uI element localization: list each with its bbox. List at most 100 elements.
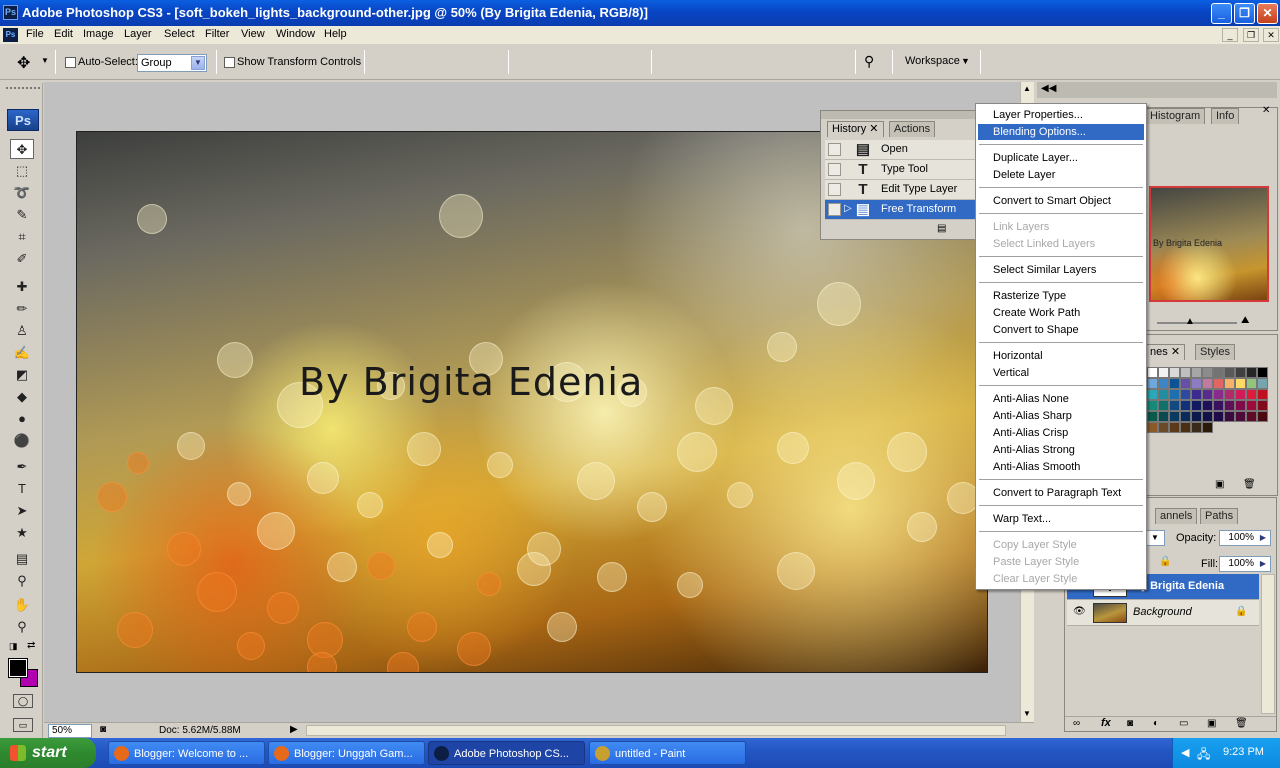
- opacity-field[interactable]: 100% ▶: [1219, 530, 1271, 546]
- collapse-icon[interactable]: ◀◀: [1041, 83, 1056, 94]
- color-swatch[interactable]: [1235, 400, 1246, 411]
- color-swatch[interactable]: [1191, 411, 1202, 422]
- menu-edit[interactable]: Edit: [54, 28, 73, 40]
- color-swatch[interactable]: [1213, 378, 1224, 389]
- menu-item-create-work-path[interactable]: Create Work Path: [978, 305, 1144, 321]
- color-swatch[interactable]: [1213, 411, 1224, 422]
- close-icon[interactable]: ✕: [869, 123, 878, 135]
- menu-item-anti-alias-none[interactable]: Anti-Alias None: [978, 391, 1144, 407]
- doc-restore-button[interactable]: ❐: [1243, 28, 1259, 42]
- menu-item-convert-to-smart-object[interactable]: Convert to Smart Object: [978, 193, 1144, 209]
- menu-item-horizontal[interactable]: Horizontal: [978, 348, 1144, 364]
- menu-filter[interactable]: Filter: [205, 28, 229, 40]
- color-swatch[interactable]: [1246, 400, 1257, 411]
- stamp-tool[interactable]: ♙: [10, 321, 34, 341]
- color-swatch[interactable]: [1224, 378, 1235, 389]
- color-swatch[interactable]: [1158, 422, 1169, 433]
- color-swatch[interactable]: [1169, 367, 1180, 378]
- navigator-thumbnail[interactable]: By Brigita Edenia: [1149, 186, 1269, 302]
- color-swatch[interactable]: [1202, 400, 1213, 411]
- color-swatch[interactable]: [1191, 367, 1202, 378]
- menu-item-anti-alias-crisp[interactable]: Anti-Alias Crisp: [978, 425, 1144, 441]
- menu-layer[interactable]: Layer: [124, 28, 152, 40]
- menu-item-convert-to-shape[interactable]: Convert to Shape: [978, 322, 1144, 338]
- menu-item-anti-alias-strong[interactable]: Anti-Alias Strong: [978, 442, 1144, 458]
- color-swatch[interactable]: [1257, 389, 1268, 400]
- slice-tool[interactable]: ✐: [10, 249, 34, 269]
- color-swatch[interactable]: [1147, 389, 1158, 400]
- healing-tool[interactable]: ✚: [10, 277, 34, 297]
- menu-item-vertical[interactable]: Vertical: [978, 365, 1144, 381]
- quick-select-tool[interactable]: ✎: [10, 205, 34, 225]
- new-swatch-icon[interactable]: ▣: [1215, 479, 1224, 490]
- color-swatch[interactable]: [1213, 367, 1224, 378]
- trash-icon[interactable]: 🗑: [1235, 718, 1248, 729]
- close-icon[interactable]: ✕: [1171, 346, 1180, 358]
- lock-all-icon[interactable]: 🔒: [1159, 556, 1171, 567]
- color-swatch[interactable]: [1180, 400, 1191, 411]
- mask-icon[interactable]: ◙: [1127, 718, 1133, 729]
- zoom-tool[interactable]: ⚲: [10, 617, 34, 637]
- color-swatch[interactable]: [1213, 400, 1224, 411]
- color-swatch[interactable]: [1235, 367, 1246, 378]
- color-swatch[interactable]: [1158, 367, 1169, 378]
- status-info-icon[interactable]: ◙: [100, 724, 106, 735]
- menu-item-convert-to-paragraph-text[interactable]: Convert to Paragraph Text: [978, 485, 1144, 501]
- dodge-tool[interactable]: ⚫: [10, 431, 34, 451]
- menu-image[interactable]: Image: [83, 28, 114, 40]
- fill-field[interactable]: 100% ▶: [1219, 556, 1271, 572]
- history-panel-grip[interactable]: [821, 111, 977, 119]
- color-swatch[interactable]: [1169, 400, 1180, 411]
- color-swatch[interactable]: [1202, 378, 1213, 389]
- auto-select-dropdown[interactable]: Group ▼: [137, 54, 207, 72]
- menu-item-anti-alias-smooth[interactable]: Anti-Alias Smooth: [978, 459, 1144, 475]
- close-panel-icon[interactable]: ✕: [1262, 105, 1270, 116]
- history-state-row[interactable]: ▷ ▤ Free Transform: [825, 200, 977, 220]
- close-button[interactable]: ✕: [1257, 3, 1278, 24]
- move-tool-preset-icon[interactable]: ✥: [17, 53, 30, 73]
- zoom-in-icon[interactable]: ⛰: [1241, 315, 1249, 326]
- zoom-field[interactable]: 50%: [48, 724, 92, 738]
- color-swatch[interactable]: [1158, 378, 1169, 389]
- marquee-tool[interactable]: ⬚: [10, 161, 34, 181]
- menu-view[interactable]: View: [241, 28, 265, 40]
- menu-item-select-similar-layers[interactable]: Select Similar Layers: [978, 262, 1144, 278]
- canvas-text-layer[interactable]: By Brigita Edenia: [299, 360, 643, 404]
- tab-styles[interactable]: Styles: [1195, 344, 1235, 360]
- menu-item-blending-options[interactable]: Blending Options...: [978, 124, 1144, 140]
- color-swatch[interactable]: [1246, 367, 1257, 378]
- color-swatch[interactable]: [1224, 389, 1235, 400]
- color-swatch[interactable]: [1169, 389, 1180, 400]
- color-swatch[interactable]: [1202, 411, 1213, 422]
- color-swatch[interactable]: [1158, 411, 1169, 422]
- default-colors-icon[interactable]: ◨: [9, 641, 18, 652]
- taskbar-button[interactable]: Blogger: Unggah Gam...: [268, 741, 425, 765]
- scroll-up-icon[interactable]: ▲: [1023, 84, 1031, 93]
- history-brush-tool[interactable]: ✍: [10, 343, 34, 363]
- doc-minimize-button[interactable]: _: [1222, 28, 1238, 42]
- color-swatch[interactable]: [1180, 411, 1191, 422]
- history-state-row[interactable]: ▤ Open: [825, 140, 977, 160]
- color-swatch[interactable]: [1158, 400, 1169, 411]
- taskbar-button[interactable]: untitled - Paint: [589, 741, 746, 765]
- color-swatch[interactable]: [1169, 378, 1180, 389]
- taskbar-button[interactable]: Blogger: Welcome to ...: [108, 741, 265, 765]
- auto-select-checkbox[interactable]: [65, 57, 76, 68]
- menu-file[interactable]: File: [26, 28, 44, 40]
- opacity-arrow-icon[interactable]: ▶: [1257, 532, 1269, 544]
- tab-swatches[interactable]: nes ✕: [1145, 344, 1186, 360]
- move-tool[interactable]: ✥: [10, 139, 34, 159]
- snapshot-source-checkbox[interactable]: [828, 183, 841, 196]
- status-menu-arrow-icon[interactable]: ▶: [290, 724, 298, 735]
- menu-window[interactable]: Window: [276, 28, 315, 40]
- notes-tool[interactable]: ▤: [10, 549, 34, 569]
- zoom-slider-track[interactable]: [1157, 322, 1237, 324]
- color-swatch[interactable]: [1191, 422, 1202, 433]
- menu-item-delete-layer[interactable]: Delete Layer: [978, 167, 1144, 183]
- crop-tool[interactable]: ⌗: [10, 227, 34, 247]
- scroll-down-icon[interactable]: ▼: [1023, 709, 1031, 718]
- color-swatch[interactable]: [1147, 378, 1158, 389]
- color-swatch[interactable]: [1235, 389, 1246, 400]
- toolbox-grip[interactable]: [6, 87, 40, 95]
- color-swatch[interactable]: [1158, 389, 1169, 400]
